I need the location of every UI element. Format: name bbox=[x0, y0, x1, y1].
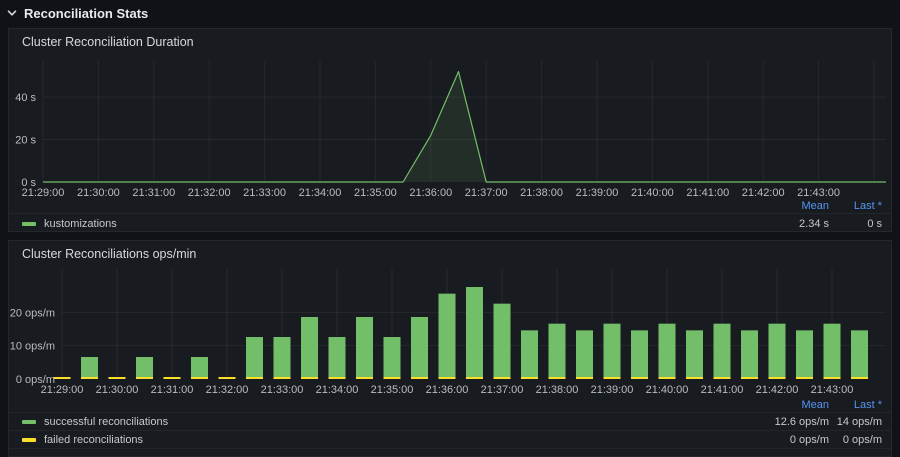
reconciliations-bar-chart[interactable]: 21:29:0021:30:0021:31:0021:32:0021:33:00… bbox=[9, 267, 891, 399]
svg-text:0 s: 0 s bbox=[21, 177, 36, 189]
panel-cluster-reconciliation-duration: Cluster Reconciliation Duration 21:29:00… bbox=[8, 28, 892, 232]
section-title: Reconciliation Stats bbox=[24, 6, 148, 21]
legend-series-name: failed reconciliations bbox=[44, 434, 143, 446]
svg-text:21:35:00: 21:35:00 bbox=[371, 384, 414, 396]
svg-text:40 s: 40 s bbox=[15, 92, 36, 104]
svg-text:20 s: 20 s bbox=[15, 135, 36, 147]
section-row-header[interactable]: Reconciliation Stats bbox=[6, 3, 148, 23]
svg-text:21:41:00: 21:41:00 bbox=[701, 384, 744, 396]
svg-text:21:40:00: 21:40:00 bbox=[646, 384, 689, 396]
svg-text:21:32:00: 21:32:00 bbox=[206, 384, 249, 396]
legend-row: failed reconciliations 0 ops/m0 ops/m bbox=[9, 430, 891, 449]
panel-title[interactable]: Cluster Reconciliation Duration bbox=[22, 35, 194, 49]
svg-text:21:42:00: 21:42:00 bbox=[756, 384, 799, 396]
legend-sort-mean[interactable]: Mean bbox=[739, 200, 829, 212]
legend-mean-value: 0 ops/m bbox=[739, 434, 829, 446]
legend-series-name: kustomizations bbox=[44, 218, 117, 230]
legend-row: successful reconciliations 12.6 ops/m14 o… bbox=[9, 412, 891, 430]
series-color-marker-icon bbox=[22, 420, 36, 424]
duration-area-chart[interactable]: 21:29:0021:30:0021:31:0021:32:0021:33:00… bbox=[9, 55, 891, 199]
chevron-down-icon bbox=[6, 7, 18, 19]
series-color-marker-icon bbox=[22, 438, 36, 442]
legend-series-label[interactable]: failed reconciliations bbox=[22, 434, 739, 446]
legend-series-name: successful reconciliations bbox=[44, 416, 168, 428]
legend-mean-value: 2.34 s bbox=[739, 218, 829, 230]
svg-text:0 ops/m: 0 ops/m bbox=[16, 374, 55, 386]
legend-mean-value: 12.6 ops/m bbox=[739, 416, 829, 428]
legend-last-value: 0 s bbox=[829, 218, 882, 230]
legend-header-row: MeanLast * bbox=[9, 397, 891, 412]
svg-text:21:36:00: 21:36:00 bbox=[426, 384, 469, 396]
legend-last-value: 14 ops/m bbox=[829, 416, 882, 428]
svg-text:21:39:00: 21:39:00 bbox=[591, 384, 634, 396]
svg-text:10 ops/m: 10 ops/m bbox=[10, 341, 55, 353]
svg-text:21:43:00: 21:43:00 bbox=[811, 384, 854, 396]
legend-series-label[interactable]: kustomizations bbox=[22, 218, 739, 230]
legend-series-label[interactable]: successful reconciliations bbox=[22, 416, 739, 428]
svg-text:21:31:00: 21:31:00 bbox=[151, 384, 194, 396]
svg-text:21:30:00: 21:30:00 bbox=[96, 384, 139, 396]
legend-header-row: MeanLast * bbox=[9, 198, 891, 213]
legend: MeanLast * successful reconciliations 12.6… bbox=[9, 397, 891, 449]
legend-sort-mean[interactable]: Mean bbox=[739, 399, 829, 411]
panel-title[interactable]: Cluster Reconciliations ops/min bbox=[22, 247, 196, 261]
legend-row: kustomizations 2.34 s0 s bbox=[9, 213, 891, 233]
svg-text:21:33:00: 21:33:00 bbox=[261, 384, 304, 396]
svg-text:21:38:00: 21:38:00 bbox=[536, 384, 579, 396]
legend: MeanLast * kustomizations 2.34 s0 s bbox=[9, 198, 891, 233]
svg-text:21:34:00: 21:34:00 bbox=[316, 384, 359, 396]
svg-text:21:37:00: 21:37:00 bbox=[481, 384, 524, 396]
series-color-marker-icon bbox=[22, 222, 36, 226]
legend-sort-last[interactable]: Last * bbox=[829, 399, 882, 411]
legend-sort-last[interactable]: Last * bbox=[829, 200, 882, 212]
panel-cluster-reconciliations-opsmin: Cluster Reconciliations ops/min 21:29:00… bbox=[8, 240, 892, 457]
legend-last-value: 0 ops/m bbox=[829, 434, 882, 446]
svg-text:20 ops/m: 20 ops/m bbox=[10, 307, 55, 319]
